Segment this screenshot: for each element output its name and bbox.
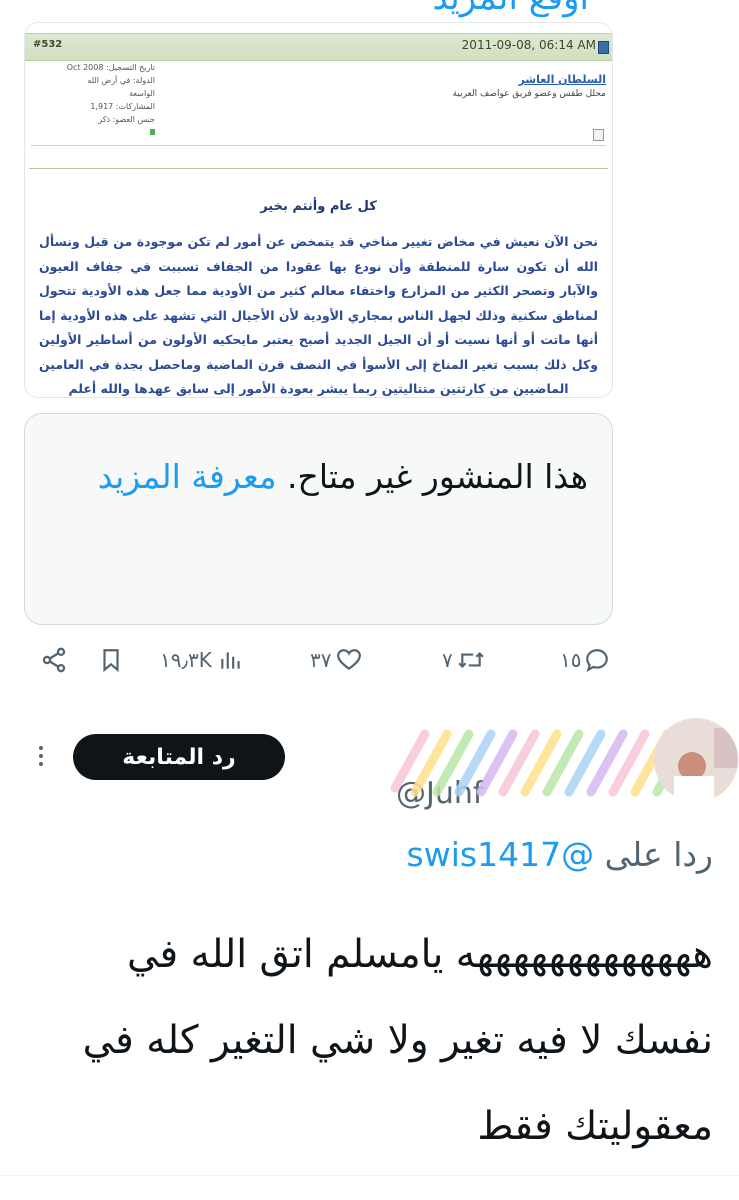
join-date: تاريخ التسجيل: Oct 2008 <box>66 63 155 72</box>
tweet-action-bar: ١٩٫٣K ٣٧ ٧ ١٥ <box>0 640 739 680</box>
more-options-button[interactable] <box>36 742 46 772</box>
avatar[interactable] <box>654 718 738 802</box>
forum-user-stats: تاريخ التسجيل: Oct 2008 الدولة: في أرض ا… <box>59 61 155 139</box>
avatar-image <box>654 718 738 802</box>
unavailable-message-block: هذا المنشور غير متاح. معرفة المزيد <box>48 448 588 506</box>
retweet-count: ٧ <box>442 648 453 672</box>
reply-icon <box>586 649 609 672</box>
like-button[interactable]: ٣٧ <box>310 640 363 680</box>
post-icon <box>593 129 604 141</box>
user-country: الدولة: في أرض الله الواسعة <box>87 76 155 98</box>
like-count: ٣٧ <box>310 648 332 672</box>
share-button[interactable] <box>40 640 68 680</box>
divider <box>31 145 606 146</box>
divider <box>0 1175 739 1176</box>
heart-icon <box>337 649 362 670</box>
top-partial-link[interactable]: أوقع المزيد <box>432 0 589 18</box>
views-button[interactable]: ١٩٫٣K <box>160 640 244 680</box>
follow-back-button[interactable]: رد المتابعة <box>73 734 285 780</box>
learn-more-link[interactable]: معرفة المزيد <box>98 457 277 496</box>
retweet-icon <box>458 651 484 669</box>
forum-username: السلطان العاشر <box>518 73 606 86</box>
reply-button[interactable]: ١٥ <box>560 640 611 680</box>
bookmark-icon <box>103 649 119 673</box>
post-count: المشاركات: 1,917 <box>90 102 155 111</box>
mention-link[interactable]: @swis1417 <box>407 835 595 874</box>
unavailable-post-card: هذا المنشور غير متاح. معرفة المزيد <box>24 413 613 625</box>
tweet-text: هههههههههههههه يامسلم اتق الله في نفسك ل… <box>82 932 713 1149</box>
user-gender: جنس العضو: ذكر <box>98 115 155 124</box>
more-dot <box>39 746 43 750</box>
forum-user-block: السلطان العاشر محلل طقس وعضو فريق عواصف … <box>453 73 606 99</box>
reply-count: ١٥ <box>560 648 582 672</box>
replying-prefix: ردا على <box>604 835 713 874</box>
forum-post-text: نحن الآن نعيش في مخاض تغيير مناخي قد يتم… <box>39 234 598 396</box>
document-icon <box>598 41 609 54</box>
divider <box>29 168 608 169</box>
retweet-button[interactable]: ٧ <box>442 640 487 680</box>
post-date: 2011-09-08, 06:14 AM <box>461 38 596 52</box>
bookmark-button[interactable] <box>98 640 124 680</box>
online-status-icon <box>150 129 155 135</box>
post-number: #532 <box>33 39 63 50</box>
more-dot <box>39 754 43 758</box>
forum-post-body: كل عام وأنتم بخير نحن الآن نعيش في مخاض … <box>39 199 598 397</box>
forum-user-title: محلل طقس وعضو فريق عواصف العربية <box>452 89 606 99</box>
views-count: ١٩٫٣K <box>160 648 212 672</box>
forum-post-header: #532 2011-09-08, 06:14 AM <box>25 33 612 61</box>
forum-greeting: كل عام وأنتم بخير <box>260 199 377 214</box>
analytics-icon <box>221 652 240 669</box>
replying-to-line: ردا على @swis1417 <box>407 835 713 874</box>
unavailable-message: هذا المنشور غير متاح. <box>287 457 588 496</box>
more-dot <box>39 762 43 766</box>
share-icon <box>42 647 66 673</box>
embedded-forum-screenshot[interactable]: #532 2011-09-08, 06:14 AM السلطان العاشر… <box>24 22 613 398</box>
